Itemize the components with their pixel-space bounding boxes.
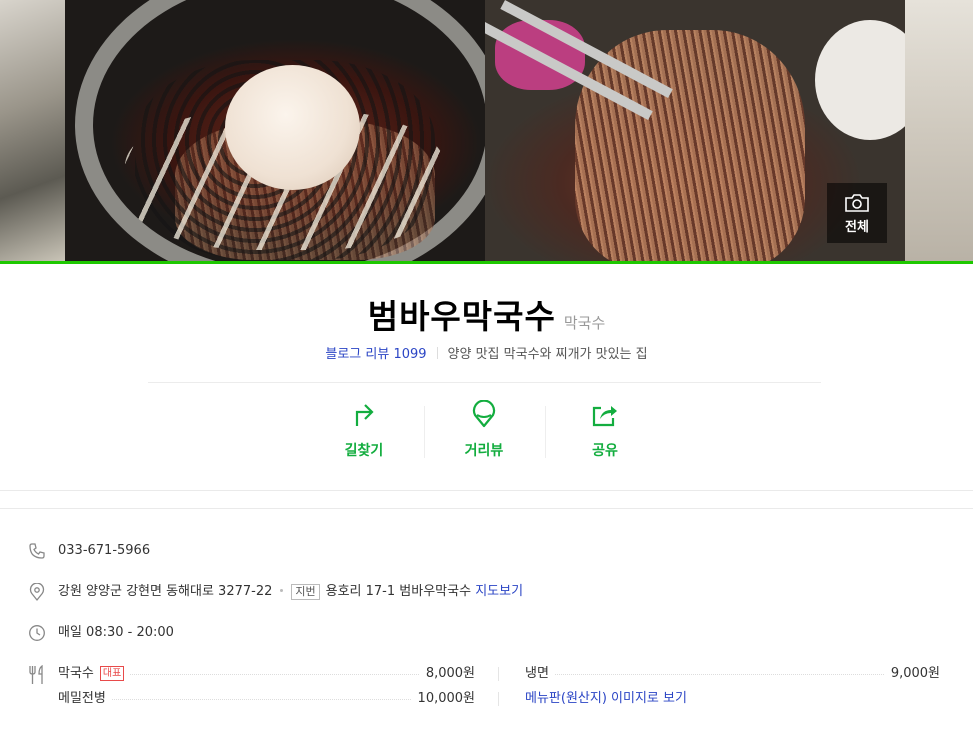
phone-icon [29, 543, 45, 559]
divider [498, 692, 499, 706]
street-view-button[interactable]: 거리뷰 [424, 400, 544, 460]
photo-thumbnail-prev[interactable] [0, 0, 65, 261]
street-view-icon [472, 400, 496, 428]
blog-review-count: 1099 [393, 347, 427, 362]
fork-knife-icon [29, 665, 43, 684]
menu-item-price: 8,000원 [419, 664, 475, 684]
business-hours: 매일 08:30 - 20:00 [58, 625, 174, 640]
menu-item-name: 막국수 [58, 666, 94, 681]
menu-item-price: 9,000원 [884, 664, 940, 684]
photo-thumbnail-1[interactable] [65, 0, 485, 261]
menu-item: 메밀전병 10,000원 [58, 689, 475, 709]
view-all-label: 전체 [845, 220, 869, 235]
signature-badge: 대표 [99, 666, 125, 681]
share-button[interactable]: 공유 [545, 400, 665, 460]
blog-review-link[interactable]: 블로그 리뷰 1099 [325, 347, 426, 362]
camera-icon [845, 194, 869, 212]
phone-number[interactable]: 033-671-5966 [58, 541, 150, 561]
place-category: 막국수 [563, 314, 606, 332]
address-text: 강원 양양군 강현면 동해대로 3277-22 지번 용호리 17-1 범바우막국수… [58, 582, 523, 602]
menu-board-link[interactable]: 메뉴판(원산지) 이미지로 보기 [525, 689, 687, 709]
location-pin-icon [29, 583, 45, 601]
menu-board-label: 메뉴판(원산지) 이미지로 보기 [525, 691, 687, 706]
place-summary: 블로그 리뷰 1099 양양 맛집 막국수와 찌개가 맛있는 집 [0, 343, 973, 362]
photo-thumbnail-next[interactable] [905, 0, 973, 261]
divider [436, 347, 438, 359]
place-tagline: 양양 맛집 막국수와 찌개가 맛있는 집 [447, 347, 648, 362]
lot-address: 용호리 17-1 범바우막국수 [325, 584, 472, 599]
divider [148, 382, 821, 383]
menu-item-name: 냉면 [525, 664, 555, 684]
menu-item-price: 10,000원 [411, 689, 475, 709]
share-label: 공유 [592, 443, 618, 459]
place-name: 범바우막국수 [367, 297, 556, 336]
road-address: 강원 양양군 강현면 동해대로 3277-22 [58, 584, 273, 599]
section-divider [0, 490, 973, 509]
view-map-link[interactable]: 지도보기 [475, 584, 523, 599]
separator-dot [280, 589, 284, 592]
menu-item: 막국수 대표 8,000원 [58, 664, 475, 684]
share-icon [592, 406, 617, 427]
accent-divider [0, 261, 973, 264]
menu-item: 냉면 9,000원 [525, 664, 940, 684]
place-header: 범바우막국수 막국수 [0, 290, 973, 338]
view-all-photos-button[interactable]: 전체 [827, 183, 887, 243]
street-view-label: 거리뷰 [464, 443, 504, 459]
directions-button[interactable]: 길찾기 [304, 400, 424, 460]
clock-icon [29, 625, 45, 641]
directions-label: 길찾기 [344, 443, 384, 459]
divider [498, 667, 499, 681]
photo-gallery[interactable]: 전체 [0, 0, 973, 261]
blog-review-label: 블로그 리뷰 [325, 347, 390, 362]
menu-item-name: 메밀전병 [58, 689, 112, 709]
directions-icon [355, 404, 374, 426]
lot-address-badge: 지번 [291, 584, 320, 600]
